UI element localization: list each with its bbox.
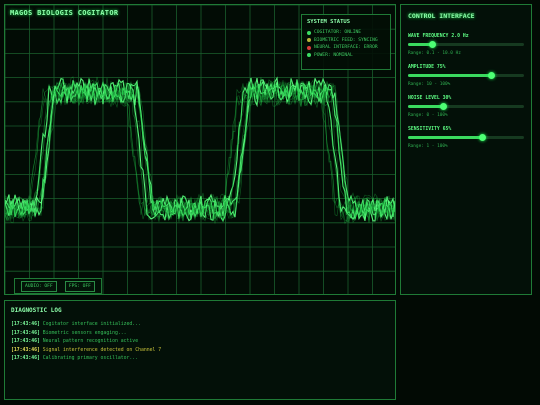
status-label: NEURAL INTERFACE: ERROR (314, 45, 378, 51)
waveform-trace (5, 76, 395, 215)
fps-toggle-button[interactable]: FPS: OFF (64, 280, 95, 292)
log-text: Signal interference detected on Channel … (42, 347, 162, 353)
amplitude-control: AMPLITUDE 75% Range: 10 - 100% (408, 65, 524, 87)
noise-level-slider[interactable] (408, 103, 524, 110)
log-entry: [17:43:46] Neural pattern recognition ac… (11, 339, 389, 344)
diagnostic-log-panel: DIAGNOSTIC LOG [17:43:46] Cogitator inte… (4, 300, 396, 400)
slider-label: SENSITIVITY 65% (408, 127, 452, 132)
wave-frequency-slider[interactable] (408, 41, 524, 48)
log-timestamp: [17:43:46] (11, 322, 40, 327)
slider-handle[interactable] (440, 103, 448, 110)
slider-range: Range: 1 - 100% (408, 144, 448, 149)
slider-range: Range: 0 - 100% (408, 113, 448, 118)
log-timestamp: [17:43:46] (11, 339, 40, 344)
log-entry: [17:43:46] Cogitator interface initializ… (11, 322, 389, 327)
log-entry-warning: [17:43:46] Signal interference detected … (11, 348, 389, 353)
status-dot-icon (307, 53, 311, 58)
slider-label: AMPLITUDE 75% (408, 65, 446, 70)
log-title: DIAGNOSTIC LOG (11, 307, 62, 314)
log-entry: [17:43:46] Calibrating primary oscillato… (11, 356, 389, 361)
amplitude-slider[interactable] (408, 72, 524, 79)
status-row-power: POWER: NOMINAL (307, 53, 385, 58)
status-label: POWER: NOMINAL (314, 52, 353, 58)
system-status-title: SYSTEM STATUS (307, 19, 351, 25)
system-status-box: SYSTEM STATUS COGITATOR: ONLINE BIOMETRI… (301, 14, 391, 70)
waveform-trace (5, 76, 395, 218)
slider-handle[interactable] (488, 72, 496, 79)
oscilloscope-panel: MAGOS BIOLOGIS COGITATOR SYSTEM STATUS C… (4, 4, 396, 295)
status-dot-icon (307, 30, 311, 35)
slider-label: WAVE FREQUENCY 2.0 Hz (408, 34, 469, 39)
status-row-biometric: BIOMETRIC FEED: SYNCING (307, 38, 385, 43)
status-dot-icon (307, 38, 311, 43)
status-row-cogitator: COGITATOR: ONLINE (307, 30, 385, 35)
control-interface-panel: CONTROL INTERFACE WAVE FREQUENCY 2.0 Hz … (400, 4, 532, 295)
control-title: CONTROL INTERFACE (408, 12, 475, 20)
status-dot-icon (307, 45, 311, 50)
sensitivity-control: SENSITIVITY 65% Range: 1 - 100% (408, 127, 524, 149)
audio-toggle-button[interactable]: AUDIO: OFF (21, 280, 57, 292)
log-timestamp: [17:43:46] (11, 347, 40, 353)
log-text: Neural pattern recognition active (42, 339, 139, 344)
sensitivity-slider[interactable] (408, 134, 524, 141)
slider-range: Range: 0.1 - 10.0 Hz (408, 51, 461, 56)
status-label: COGITATOR: ONLINE (314, 30, 362, 35)
wave-frequency-control: WAVE FREQUENCY 2.0 Hz Range: 0.1 - 10.0 … (408, 34, 524, 56)
slider-label: NOISE LEVEL 30% (408, 96, 452, 101)
log-text: Cogitator interface initialized... (42, 322, 141, 327)
log-entry: [17:43:46] Biometric sensors engaging... (11, 331, 389, 336)
slider-handle[interactable] (428, 41, 436, 48)
log-timestamp: [17:43:46] (11, 356, 40, 361)
log-timestamp: [17:43:46] (11, 330, 40, 336)
toggle-group: AUDIO: OFF FPS: OFF (14, 278, 102, 294)
log-text: Calibrating primary oscillator... (42, 356, 139, 361)
status-label: BIOMETRIC FEED: SYNCING (314, 37, 378, 43)
noise-level-control: NOISE LEVEL 30% Range: 0 - 100% (408, 96, 524, 118)
log-text: Biometric sensors engaging... (42, 330, 127, 336)
slider-range: Range: 10 - 100% (408, 82, 451, 87)
scope-title: MAGOS BIOLOGIS COGITATOR (10, 9, 119, 17)
slider-handle[interactable] (478, 134, 486, 141)
status-row-neural: NEURAL INTERFACE: ERROR (307, 45, 385, 50)
